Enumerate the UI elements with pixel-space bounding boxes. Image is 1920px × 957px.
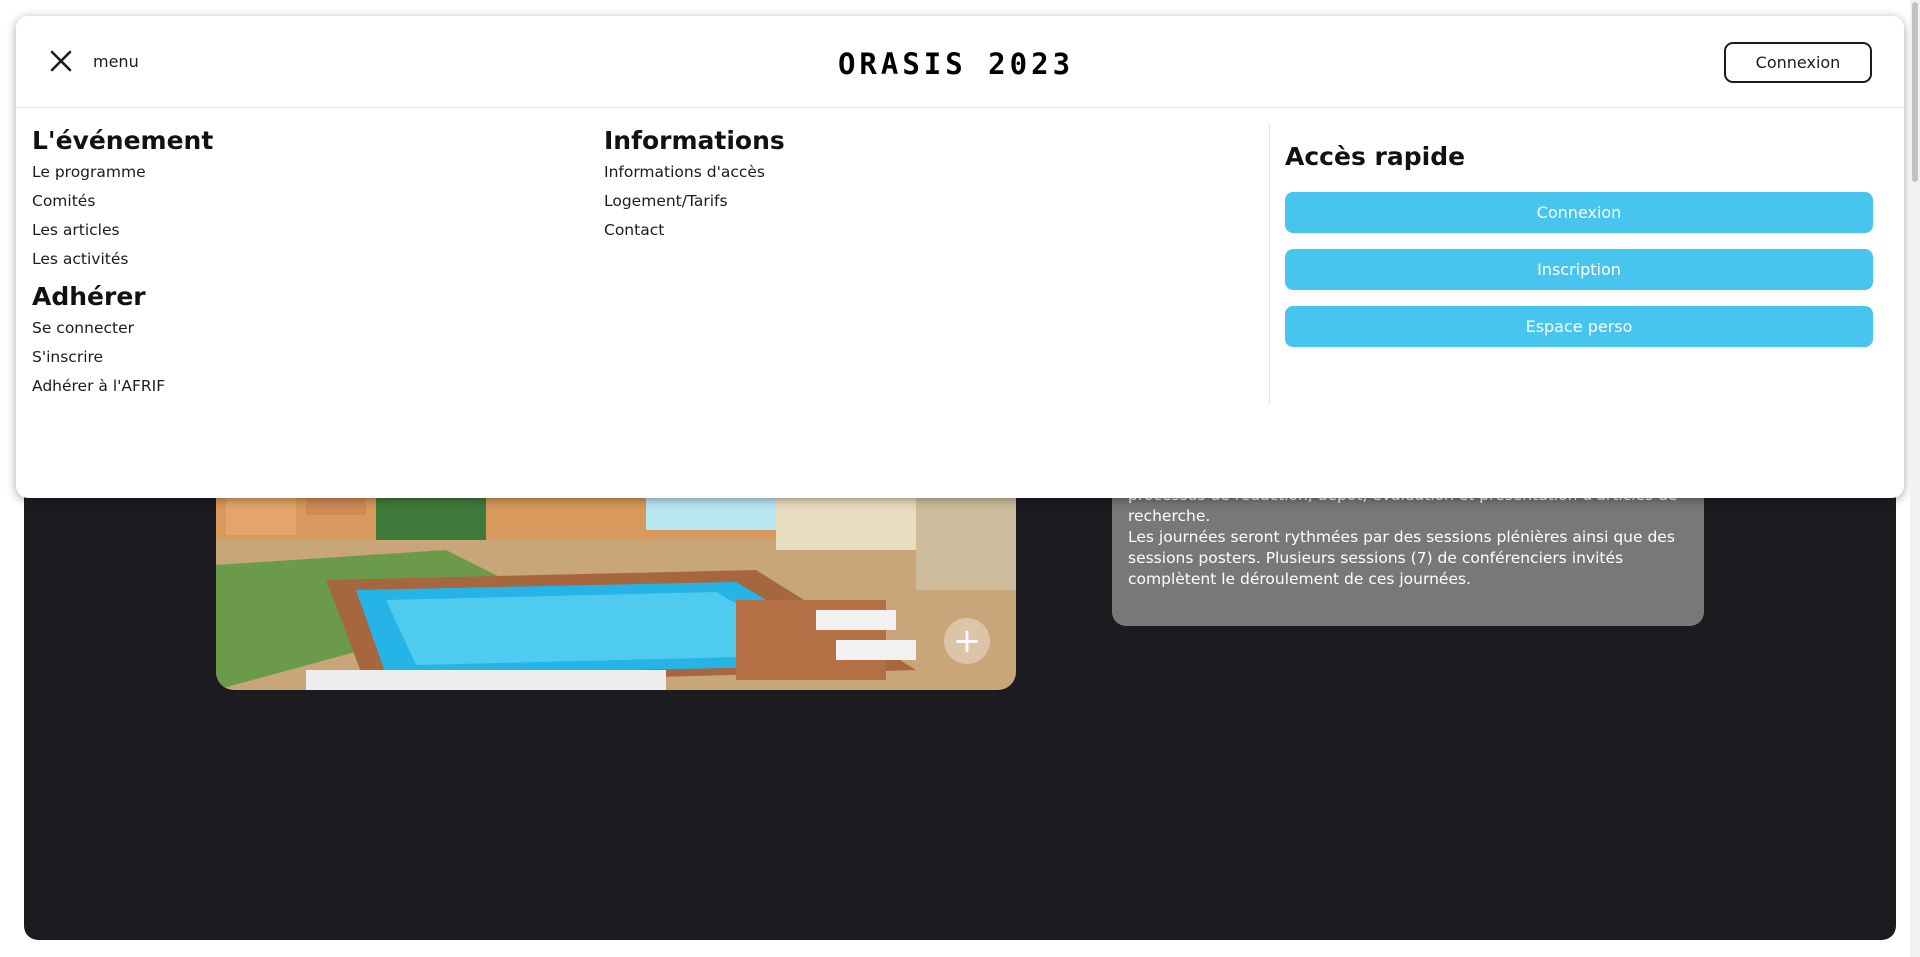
- brand-logo[interactable]: ORASIS 2023: [826, 44, 1086, 84]
- scrollbar-thumb[interactable]: [1912, 2, 1918, 182]
- scrollbar[interactable]: [1910, 0, 1920, 957]
- menu-header: menu ORASIS 2023 Connexion: [16, 16, 1904, 108]
- nav-link-comites[interactable]: Comités: [32, 187, 512, 216]
- close-icon[interactable]: [46, 46, 76, 76]
- member-title: Adhérer: [32, 282, 146, 311]
- nav-link-activites[interactable]: Les activités: [32, 245, 512, 274]
- event-title: L'événement: [32, 126, 214, 155]
- quick-login-button[interactable]: Connexion: [1285, 192, 1873, 233]
- quick-signup-button[interactable]: Inscription: [1285, 249, 1873, 290]
- quick-access-column: Accès rapide Connexion Inscription Espac…: [1285, 140, 1873, 347]
- nav-link-acces[interactable]: Informations d'accès: [604, 158, 1084, 187]
- event-column: L'événement Le programme Comités Les art…: [32, 124, 512, 401]
- info-card-line-2: Les journées seront rythmées par des ses…: [1128, 528, 1675, 588]
- menu-panel: menu ORASIS 2023 Connexion L'événement L…: [16, 16, 1904, 498]
- nav-link-logement[interactable]: Logement/Tarifs: [604, 187, 1084, 216]
- menu-label: menu: [93, 52, 139, 71]
- nav-link-se-connecter[interactable]: Se connecter: [32, 314, 512, 343]
- nav-link-adherer-afrif[interactable]: Adhérer à l'AFRIF: [32, 372, 512, 401]
- quick-personal-space-button[interactable]: Espace perso: [1285, 306, 1873, 347]
- column-divider: [1269, 124, 1270, 404]
- nav-link-articles[interactable]: Les articles: [32, 216, 512, 245]
- header-login-button[interactable]: Connexion: [1724, 42, 1872, 83]
- nav-link-s-inscrire[interactable]: S'inscrire: [32, 343, 512, 372]
- quick-access-title: Accès rapide: [1285, 142, 1466, 171]
- plus-icon[interactable]: +: [944, 618, 990, 664]
- info-column: Informations Informations d'accès Logeme…: [604, 124, 1084, 245]
- pool-image: [216, 470, 1016, 690]
- info-title: Informations: [604, 126, 785, 155]
- nav-link-programme[interactable]: Le programme: [32, 158, 512, 187]
- hero-photo: +: [216, 470, 1016, 690]
- nav-link-contact[interactable]: Contact: [604, 216, 1084, 245]
